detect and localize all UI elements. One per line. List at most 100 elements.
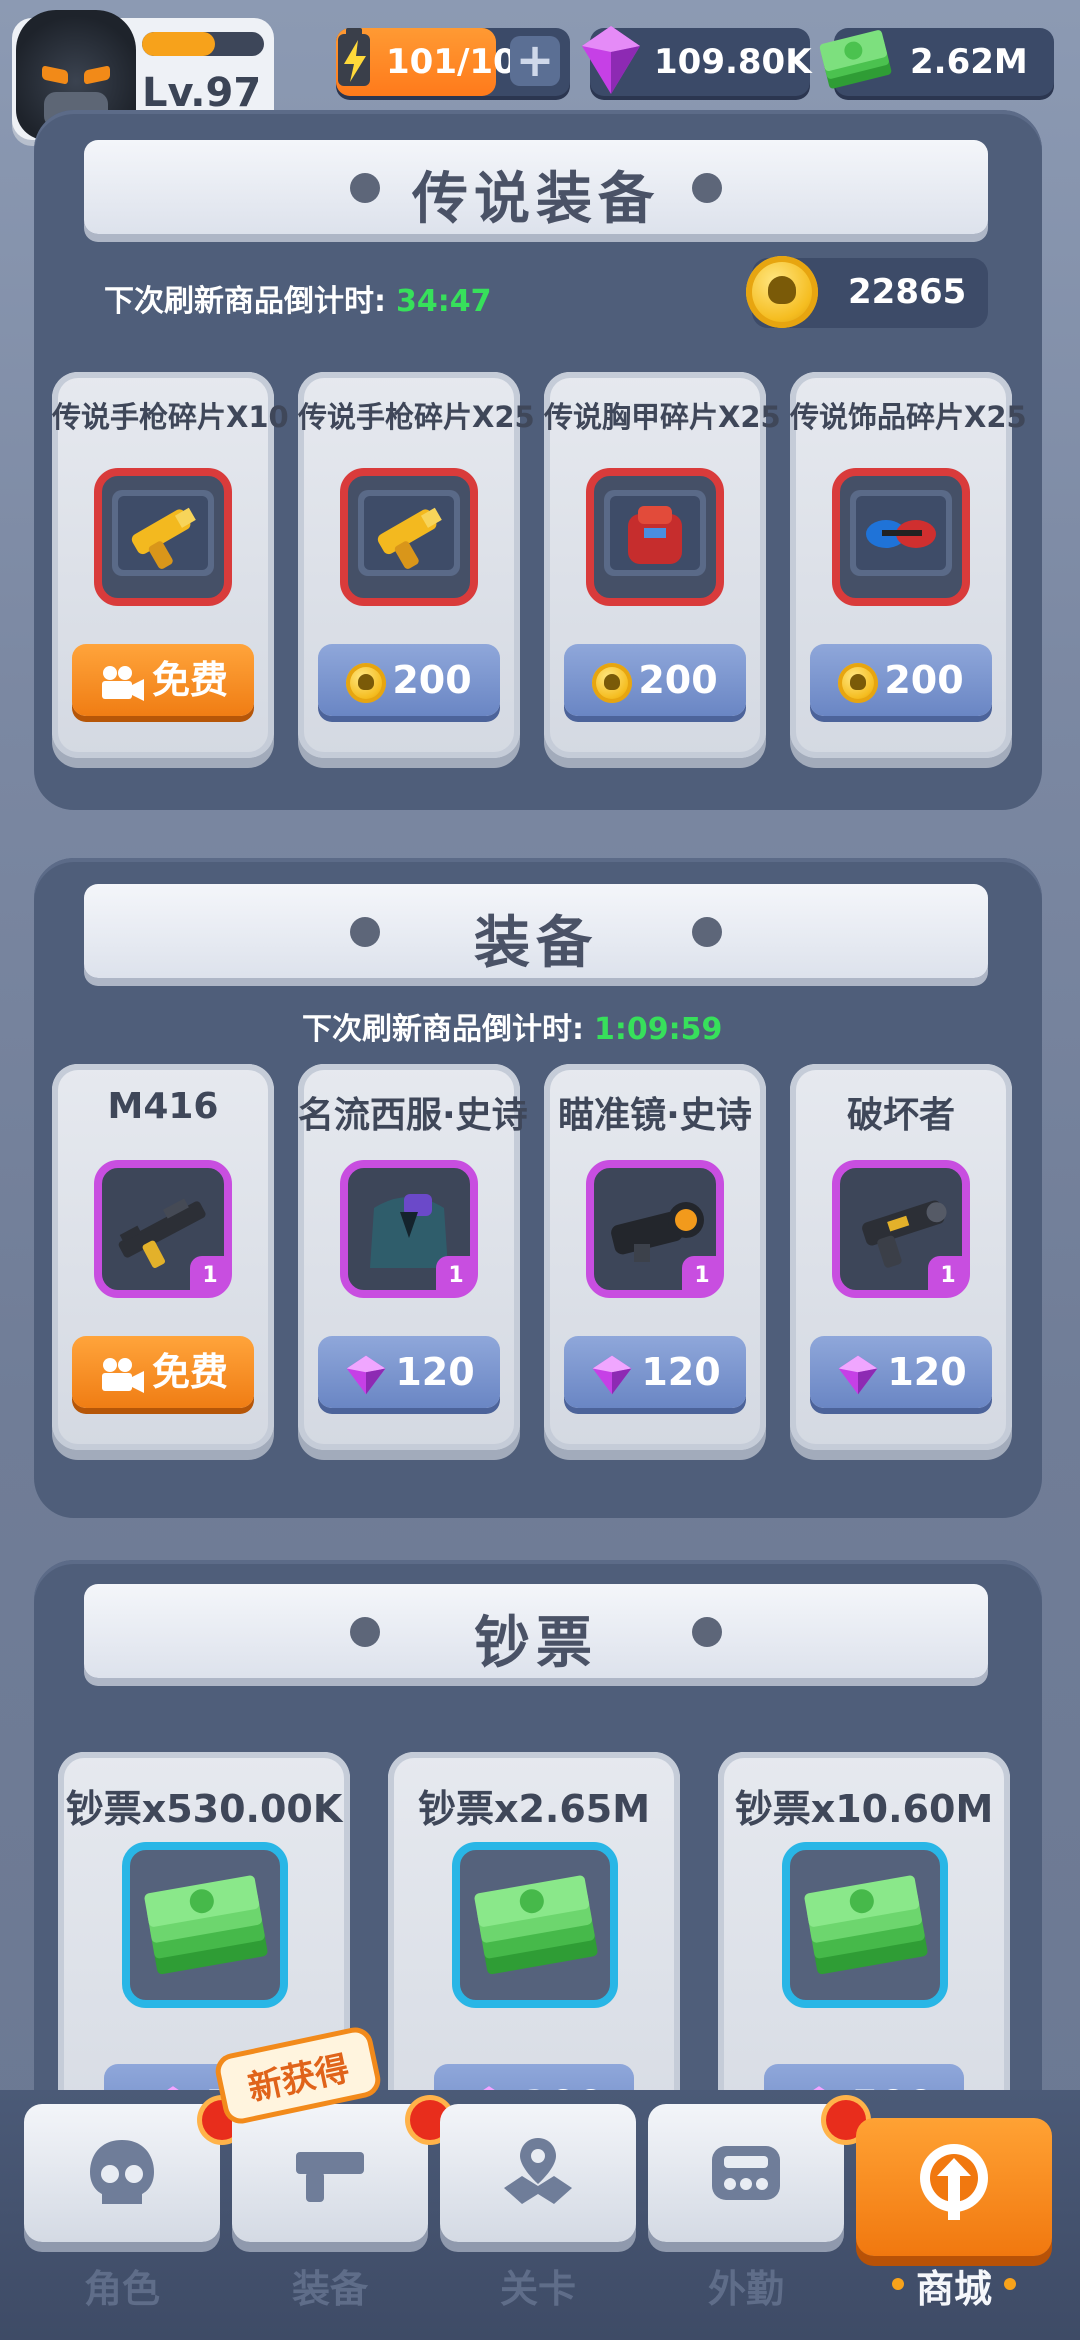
- item-frame[interactable]: [832, 468, 970, 606]
- price-label: 200: [884, 658, 964, 702]
- refresh-timer-value: 1:09:59: [594, 1012, 723, 1047]
- item-name: 瞄准镜·史诗: [558, 1095, 752, 1136]
- buy-button[interactable]: 200: [564, 644, 746, 716]
- equipment-refresh-timer: 下次刷新商品倒计时: 1:09:59: [302, 1004, 722, 1048]
- nav-tab[interactable]: [440, 2104, 636, 2242]
- item-frame[interactable]: [452, 1842, 618, 2008]
- cash-section-title: 钞票: [474, 1611, 598, 1676]
- item-name: 传说手枪碎片X10: [52, 400, 289, 434]
- item-frame[interactable]: 1: [94, 1160, 232, 1298]
- item-frame[interactable]: 1: [832, 1160, 970, 1298]
- buy-button[interactable]: 120: [564, 1336, 746, 1408]
- cash-stack-icon: [804, 1875, 928, 1975]
- buy-button[interactable]: 120: [810, 1336, 992, 1408]
- item-frame[interactable]: [122, 1842, 288, 2008]
- free-claim-button[interactable]: 免费: [72, 644, 254, 716]
- add-energy-button[interactable]: +: [510, 36, 560, 86]
- gem-icon: [582, 26, 640, 94]
- item-frame[interactable]: [340, 468, 478, 606]
- item-name: 钞票x530.00K: [65, 1787, 343, 1831]
- equipment-item-card[interactable]: M416 1 免费: [52, 1064, 274, 1450]
- price-label: 120: [641, 1350, 721, 1394]
- cash-icon: [819, 30, 892, 89]
- refresh-timer-value: 34:47: [396, 284, 492, 319]
- equipment-item-card[interactable]: 瞄准镜·史诗 1 120: [544, 1064, 766, 1450]
- gem-value: 109.80K: [654, 42, 812, 82]
- equipment-section-banner: 装备: [84, 884, 988, 978]
- skull-coin-icon: [592, 662, 633, 703]
- item-quantity: 1: [436, 1256, 476, 1296]
- item-quantity: 1: [682, 1256, 722, 1296]
- legendary-refresh-timer: 下次刷新商品倒计时: 34:47: [104, 276, 492, 320]
- item-frame[interactable]: [94, 468, 232, 606]
- legendary-item-card[interactable]: 传说饰品碎片X25 200: [790, 372, 1027, 758]
- gold-pistol-shard-icon: [112, 490, 214, 576]
- item-quantity: 1: [928, 1256, 968, 1296]
- item-name: 钞票x10.60M: [734, 1787, 994, 1831]
- coin-balance-value: 22865: [848, 272, 967, 312]
- gem-counter: 109.80K: [582, 26, 812, 96]
- refresh-timer-label: 下次刷新商品倒计时:: [302, 1012, 584, 1047]
- legendary-item-card[interactable]: 传说胸甲碎片X25 200: [544, 372, 781, 758]
- free-claim-button[interactable]: 免费: [72, 1336, 254, 1408]
- cash-value: 2.62M: [910, 42, 1028, 82]
- xp-bar-fill: [142, 32, 216, 56]
- item-name: 破坏者: [846, 1095, 955, 1136]
- energy-battery-icon: [338, 28, 370, 86]
- cash-stack-icon: [144, 1875, 268, 1975]
- buy-button[interactable]: 120: [318, 1336, 500, 1408]
- price-label: 200: [638, 658, 718, 702]
- item-frame[interactable]: [782, 1842, 948, 2008]
- active-indicator-dot: [1004, 2278, 1016, 2290]
- legendary-item-card[interactable]: 传说手枪碎片X10 免费: [52, 372, 289, 758]
- item-name: 钞票x2.65M: [417, 1787, 651, 1831]
- cash-section-banner: 钞票: [84, 1584, 988, 1678]
- legendary-section-banner: 传说装备: [84, 140, 988, 234]
- nav-tab[interactable]: [232, 2104, 428, 2242]
- item-quantity: 1: [190, 1256, 230, 1296]
- buy-button[interactable]: 200: [810, 644, 992, 716]
- legendary-item-card[interactable]: 传说手枪碎片X25 200: [298, 372, 535, 758]
- coin-balance: 22865: [746, 256, 988, 328]
- nav-tab-label: 角色: [83, 2267, 160, 2311]
- item-name: M416: [107, 1086, 219, 1127]
- gold-pistol-shard-icon: [358, 490, 460, 576]
- gem-icon: [347, 1355, 386, 1394]
- gem-icon: [593, 1355, 632, 1394]
- nav-tab[interactable]: [856, 2118, 1052, 2256]
- nav-tab[interactable]: [648, 2104, 844, 2242]
- xp-bar: [142, 32, 264, 56]
- item-frame[interactable]: 1: [340, 1160, 478, 1298]
- legendary-section-title: 传说装备: [412, 167, 660, 232]
- goggles-shard-icon: [850, 490, 952, 576]
- buy-button[interactable]: 200: [318, 644, 500, 716]
- video-ad-icon: [101, 665, 144, 701]
- item-name: 传说手枪碎片X25: [298, 400, 535, 434]
- skull-coin-icon: [746, 256, 818, 328]
- equipment-section-title: 装备: [474, 911, 598, 976]
- price-label: 120: [395, 1350, 475, 1394]
- equipment-item-card[interactable]: 破坏者 1 120: [790, 1064, 1012, 1450]
- nav-tab-label: 商城: [915, 2267, 992, 2311]
- item-frame[interactable]: [586, 468, 724, 606]
- red-armor-shard-icon: [604, 490, 706, 576]
- price-label: 免费: [151, 1350, 228, 1394]
- gem-icon: [839, 1355, 878, 1394]
- cash-stack-icon: [474, 1875, 598, 1975]
- skull-coin-icon: [346, 662, 387, 703]
- video-ad-icon: [101, 1357, 144, 1393]
- nav-tab-label: 外勤: [707, 2267, 784, 2311]
- cash-counter: 2.62M: [819, 28, 1054, 96]
- item-name: 传说胸甲碎片X25: [544, 400, 781, 434]
- price-label: 200: [392, 658, 472, 702]
- equipment-item-card[interactable]: 名流西服·史诗 1 120: [298, 1064, 528, 1450]
- price-label: 免费: [151, 658, 228, 702]
- item-name: 传说饰品碎片X25: [790, 400, 1027, 434]
- nav-tab-label: 装备: [291, 2267, 368, 2311]
- nav-tab[interactable]: [24, 2104, 220, 2242]
- price-label: 120: [887, 1350, 967, 1394]
- active-indicator-dot: [892, 2278, 904, 2290]
- refresh-timer-label: 下次刷新商品倒计时:: [104, 284, 386, 319]
- nav-tab-label: 关卡: [499, 2267, 576, 2311]
- item-frame[interactable]: 1: [586, 1160, 724, 1298]
